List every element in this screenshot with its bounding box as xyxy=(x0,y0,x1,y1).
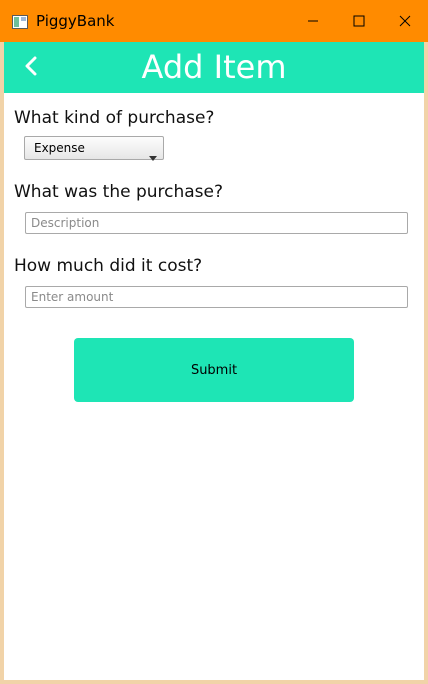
app-window: PiggyBank Add Item What kind of purchase… xyxy=(0,0,428,684)
purchase-type-dropdown[interactable]: Expense xyxy=(24,136,164,161)
close-icon xyxy=(399,12,411,31)
purchase-type-selected: Expense xyxy=(34,141,85,155)
add-item-form: What kind of purchase? Expense What was … xyxy=(4,93,424,680)
dropdown-arrow-icon xyxy=(149,146,157,165)
purchase-type-label: What kind of purchase? xyxy=(14,108,215,128)
minimize-button[interactable] xyxy=(290,0,336,42)
window-controls xyxy=(290,0,428,42)
amount-label: How much did it cost? xyxy=(14,256,203,276)
amount-input[interactable] xyxy=(25,286,408,308)
window-border xyxy=(0,680,428,684)
window-titlebar[interactable]: PiggyBank xyxy=(0,0,428,42)
back-button[interactable] xyxy=(14,51,48,85)
page-title: Add Item xyxy=(141,48,287,86)
chevron-left-icon xyxy=(23,56,39,80)
minimize-icon xyxy=(307,12,319,31)
maximize-button[interactable] xyxy=(336,0,382,42)
window-title: PiggyBank xyxy=(36,12,115,30)
description-label: What was the purchase? xyxy=(14,182,224,202)
submit-button[interactable]: Submit xyxy=(74,338,354,402)
close-button[interactable] xyxy=(382,0,428,42)
maximize-icon xyxy=(353,12,365,31)
piggybank-app-icon xyxy=(12,14,28,29)
app-header: Add Item xyxy=(4,42,424,93)
description-input[interactable] xyxy=(25,212,408,234)
window-border xyxy=(424,42,428,684)
